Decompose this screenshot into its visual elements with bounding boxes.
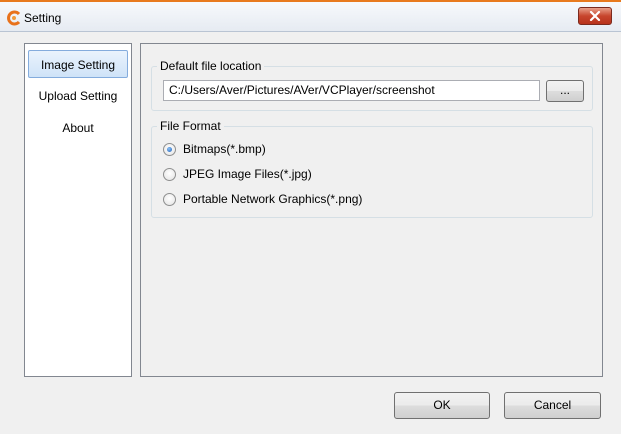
format-option-png[interactable]: Portable Network Graphics(*.png) <box>163 191 362 207</box>
sidebar-item-upload-setting[interactable]: Upload Setting <box>28 82 128 110</box>
default-location-group: Default file location C:/Users/Aver/Pict… <box>151 59 593 111</box>
close-icon <box>589 11 601 21</box>
format-option-label: Bitmaps(*.bmp) <box>183 142 266 156</box>
format-option-label: Portable Network Graphics(*.png) <box>183 192 363 206</box>
file-format-group: File Format Bitmaps(*.bmp) JPEG Image Fi… <box>151 119 593 218</box>
window-title: Setting <box>24 11 62 25</box>
settings-window: Setting Image Setting Upload Setting Abo… <box>0 0 621 434</box>
sidebar-item-about[interactable]: About <box>28 114 128 142</box>
browse-button[interactable]: ... <box>546 80 584 102</box>
sidebar-item-label: Image Setting <box>40 58 116 72</box>
image-setting-panel: Default file location C:/Users/Aver/Pict… <box>140 43 603 377</box>
app-logo-icon <box>6 10 22 26</box>
sidebar-item-label: Upload Setting <box>38 89 118 103</box>
file-format-legend: File Format <box>157 119 224 133</box>
sidebar-item-label: About <box>62 121 94 135</box>
ok-button[interactable]: OK <box>394 392 490 419</box>
format-option-bmp[interactable]: Bitmaps(*.bmp) <box>163 141 266 157</box>
format-option-label: JPEG Image Files(*.jpg) <box>183 167 312 181</box>
radio-button[interactable] <box>163 192 176 206</box>
close-button[interactable] <box>578 7 612 25</box>
radio-button[interactable] <box>163 167 176 181</box>
format-option-jpg[interactable]: JPEG Image Files(*.jpg) <box>163 166 312 182</box>
sidebar-item-image-setting[interactable]: Image Setting <box>28 50 128 78</box>
title-bar[interactable]: Setting <box>0 2 621 32</box>
cancel-button[interactable]: Cancel <box>504 392 601 419</box>
default-location-legend: Default file location <box>157 59 265 73</box>
file-location-input[interactable]: C:/Users/Aver/Pictures/AVer/VCPlayer/scr… <box>163 80 540 101</box>
settings-sidebar: Image Setting Upload Setting About <box>24 43 132 377</box>
radio-button-checked[interactable] <box>163 142 176 156</box>
